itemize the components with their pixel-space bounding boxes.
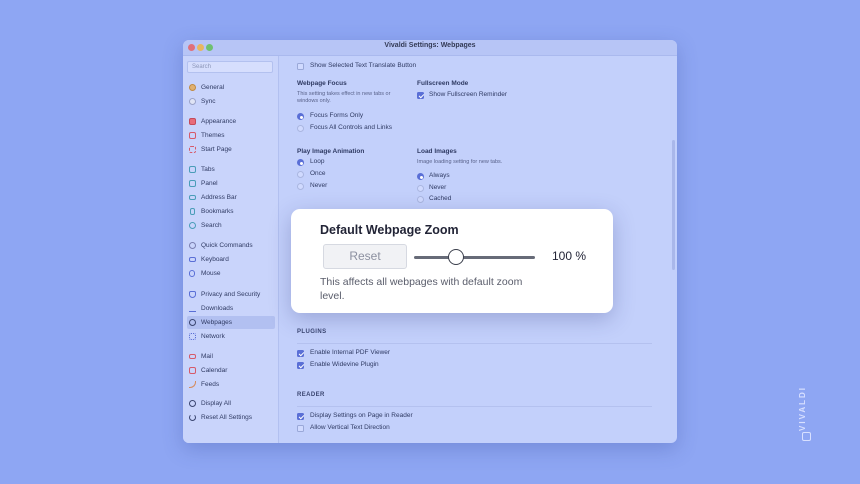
sidebar-item-address-bar[interactable]: Address Bar [187,191,275,204]
sidebar-item-start-page[interactable]: Start Page [187,143,275,156]
zoom-reset-button[interactable]: Reset [323,244,407,269]
widevine-label: Enable Widevine Plugin [310,361,379,368]
pdf-viewer-checkbox[interactable] [297,350,304,357]
cloud-icon [189,98,196,105]
focus-forms-only-label: Focus Forms Only [310,112,364,119]
translate-button-label: Show Selected Text Translate Button [310,62,417,69]
reader-section-title: READER [297,392,325,398]
sidebar-item-feeds[interactable]: Feeds [187,378,275,391]
vivaldi-logo-icon [802,432,811,441]
shield-icon [189,291,196,298]
sidebar-item-bookmarks[interactable]: Bookmarks [187,205,275,218]
load-images-desc: Image loading setting for new tabs. [417,159,503,165]
sidebar-item-privacy[interactable]: Privacy and Security [187,288,275,301]
appearance-icon [189,118,196,125]
widevine-checkbox[interactable] [297,362,304,369]
settings-sidebar: Search General Sync Appearance Themes St… [183,56,279,443]
vertical-text-checkbox[interactable] [297,425,304,432]
sidebar-item-quick-commands[interactable]: Quick Commands [187,239,275,252]
animation-once-label: Once [310,170,326,177]
fullscreen-reminder-label: Show Fullscreen Reminder [429,91,508,98]
sidebar-item-panel[interactable]: Panel [187,177,275,190]
keyboard-icon [189,257,196,262]
focus-all-controls-radio[interactable] [297,125,304,132]
animation-once-radio[interactable] [297,171,304,178]
vertical-text-label: Allow Vertical Text Direction [310,424,390,431]
zoom-value: 100 % [552,249,587,263]
mouse-icon [189,270,195,277]
sidebar-item-mail[interactable]: Mail [187,350,275,363]
images-cached-radio[interactable] [417,196,424,203]
panel-icon [189,180,196,187]
reader-display-settings-label: Display Settings on Page in Reader [310,412,413,419]
address-bar-icon [189,195,196,200]
sidebar-item-reset-all[interactable]: Reset All Settings [187,411,275,424]
plugins-divider [297,343,652,344]
network-icon [189,333,196,340]
animation-loop-radio[interactable] [297,159,304,166]
search-icon [189,222,196,229]
images-always-label: Always [429,172,450,179]
download-icon [189,305,196,312]
sidebar-item-downloads[interactable]: Downloads [187,302,275,315]
quick-commands-icon [189,242,196,249]
sidebar-item-general[interactable]: General [187,81,275,94]
fullscreen-reminder-checkbox[interactable] [417,92,424,99]
zoom-slider-track[interactable] [414,256,535,259]
focus-all-controls-label: Focus All Controls and Links [310,124,393,131]
power-icon [189,414,196,421]
images-never-radio[interactable] [417,185,424,192]
sidebar-item-themes[interactable]: Themes [187,129,275,142]
window-title: Vivaldi Settings: Webpages [384,42,476,49]
translate-button-checkbox[interactable] [297,63,304,70]
sidebar-item-sync[interactable]: Sync [187,95,275,108]
content-scrollbar[interactable] [672,140,675,270]
focus-forms-only-radio[interactable] [297,113,304,120]
sidebar-item-search[interactable]: Search [187,219,275,232]
sidebar-item-mouse[interactable]: Mouse [187,267,275,280]
rss-icon [189,381,196,388]
calendar-icon [189,367,196,374]
bookmark-icon [190,208,195,215]
default-zoom-popup: Default Webpage Zoom Reset 100 % This af… [291,209,613,313]
sidebar-item-appearance[interactable]: Appearance [187,115,275,128]
title-bar: Vivaldi Settings: Webpages [183,40,677,56]
webpage-focus-title: Webpage Focus [297,80,347,87]
sidebar-item-webpages[interactable]: Webpages [187,316,275,329]
sidebar-item-display-all[interactable]: Display All [187,397,275,410]
pdf-viewer-label: Enable Internal PDF Viewer [310,349,391,356]
zoom-slider-thumb[interactable] [448,249,465,265]
sidebar-item-tabs[interactable]: Tabs [187,163,275,176]
vivaldi-wordmark: VIVALDI [797,386,807,431]
globe-icon [189,319,196,326]
reader-display-settings-checkbox[interactable] [297,413,304,420]
animation-never-radio[interactable] [297,183,304,190]
gear-icon [189,400,196,407]
plugins-section-title: PLUGINS [297,329,327,335]
sidebar-item-keyboard[interactable]: Keyboard [187,253,275,266]
images-never-label: Never [429,184,447,191]
image-animation-title: Play Image Animation [297,148,365,155]
load-images-title: Load Images [417,148,457,155]
images-always-radio[interactable] [417,173,424,180]
zoom-popup-description: This affects all webpages with default z… [320,276,523,302]
sidebar-item-calendar[interactable]: Calendar [187,364,275,377]
animation-loop-label: Loop [310,158,325,165]
animation-never-label: Never [310,182,328,189]
webpage-focus-desc: This setting takes effect in new tabs or… [297,91,391,104]
grid-icon [189,146,196,153]
brush-icon [189,132,196,139]
tabs-icon [189,166,196,173]
sidebar-search-input[interactable]: Search [187,61,273,73]
sidebar-item-network[interactable]: Network [187,330,275,343]
zoom-popup-title: Default Webpage Zoom [320,223,459,237]
mail-icon [189,354,196,359]
reader-divider [297,406,652,407]
gear-icon [189,84,196,91]
fullscreen-mode-title: Fullscreen Mode [417,80,469,87]
images-cached-label: Cached [429,195,452,202]
vivaldi-branding: VIVALDI [798,384,816,444]
